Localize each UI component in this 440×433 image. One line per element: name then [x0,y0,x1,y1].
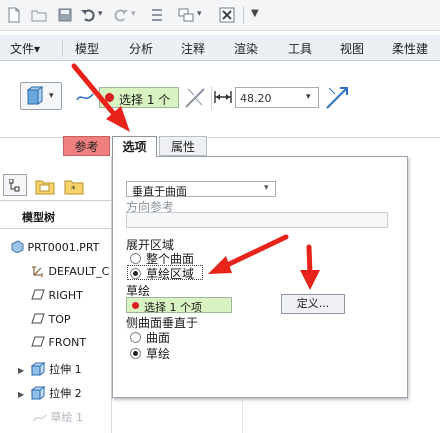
tree-item-label: 草绘 1 [50,411,84,424]
toolbar-divider [243,6,244,24]
tree-item-label: RIGHT [48,289,83,302]
tree-item-label: DEFAULT_C [48,265,110,278]
open-folder-icon[interactable] [31,7,47,23]
model-tree-title: 模型树 [22,211,55,224]
menu-flexible-modeling[interactable]: 柔性建 [392,40,428,57]
folder-browser-icon[interactable] [35,177,55,195]
pane-divider [0,228,112,229]
sketch-curve-icon [76,93,94,101]
new-file-icon[interactable] [6,7,22,23]
ribbon-divider [211,86,212,110]
menu-view[interactable]: 视图 [340,40,364,57]
datum-plane-icon [31,336,45,347]
sketch-feature-icon [33,414,47,422]
tree-item-right-plane[interactable]: RIGHT [31,289,83,302]
windows-dropdown-icon[interactable]: ▾ [197,9,202,19]
menu-file[interactable]: 文件▾ [10,40,40,57]
sketch-select-field[interactable]: 选择 1 个项 [126,297,232,314]
model-tree-icon [9,179,20,192]
sketch-select-text: 选择 1 个 [119,93,171,107]
ribbon-tab-bar: 文件▾ 模型 分析 注释 渲染 工具 视图 柔性建 [0,35,440,61]
radio-sketch-area[interactable] [130,268,141,279]
favorites-icon[interactable]: * [64,177,84,195]
tree-item-label: TOP [48,313,71,326]
svg-text:*: * [71,185,76,195]
direction-type-select[interactable]: 垂直于曲面 ▾ [126,181,276,198]
close-window-icon[interactable] [219,7,235,23]
redo-icon[interactable] [113,7,129,23]
tree-item-part[interactable]: PRT0001.PRT [11,240,99,254]
coordinate-system-icon [32,266,43,277]
tree-item-sketch-1[interactable]: 草绘 1 [33,409,83,425]
undo-icon[interactable] [80,7,96,23]
tab-options[interactable]: 选项 [112,136,157,157]
tree-item-extrude-1[interactable]: ▶ 拉伸 1 [18,361,82,377]
required-dot-icon [132,302,139,309]
define-button[interactable]: 定义... [281,294,345,314]
radio-side-sketch-label: 草绘 [146,347,171,361]
tree-item-label: 拉伸 1 [49,363,82,376]
undo-dropdown-icon[interactable]: ▾ [98,9,103,19]
menu-render[interactable]: 渲染 [234,40,258,57]
radio-side-sketch[interactable] [130,348,141,359]
graphics-area-edge [242,398,243,433]
model-tree-tab[interactable] [3,174,27,196]
chevron-down-icon[interactable]: ▾ [264,183,269,193]
required-dot-icon [105,93,114,102]
quick-access-toolbar: ▾ ▾ ▾ ▼ [0,0,440,31]
extrude-feature-icon [30,362,46,376]
depth-dropdown-icon[interactable]: ▾ [306,92,311,102]
tab-references[interactable]: 参考 [63,136,110,156]
wrap-type-button[interactable]: ▾ [20,82,62,110]
windows-icon[interactable] [178,7,194,23]
menu-analysis[interactable]: 分析 [129,40,153,57]
radio-whole-surface[interactable] [130,253,141,264]
datum-plane-icon [31,313,45,324]
expand-arrow-icon[interactable]: ▶ [18,390,24,399]
redo-dropdown-icon[interactable]: ▾ [131,9,136,19]
direction-reference-field[interactable] [126,212,388,228]
tree-item-label: PRT0001.PRT [27,241,100,254]
pane-divider [0,200,112,201]
flip-thickness-icon[interactable] [325,84,349,110]
menu-divider [62,39,63,57]
radio-sketch-area-label: 草绘区域 [146,267,195,281]
tree-item-extrude-2[interactable]: ▶ 拉伸 2 [18,385,82,401]
wrap-type-dropdown-icon[interactable]: ▾ [49,91,54,101]
regenerate-icon[interactable] [149,7,165,23]
tab-properties[interactable]: 属性 [159,136,207,156]
depth-value-field[interactable]: 48.20 ▾ [235,87,319,108]
depth-value-text: 48.20 [240,92,272,105]
menu-tools[interactable]: 工具 [288,40,312,57]
save-icon[interactable] [57,7,73,23]
depth-blind-icon [214,91,232,103]
model-tree-pane: * 模型树 PRT0001.PRT DEFAULT_C RIGHT TOP FR… [0,156,112,433]
options-panel: 垂直于曲面 ▾ 方向参考 展开区域 整个曲面 草绘区域 草绘 选择 1 个项 定… [112,156,408,398]
expand-arrow-icon[interactable]: ▶ [18,366,24,375]
tree-item-front-plane[interactable]: FRONT [31,336,86,349]
extrude-feature-icon [30,386,46,400]
menu-annotate[interactable]: 注释 [181,40,205,57]
flip-direction-icon[interactable] [184,85,206,109]
tree-item-label: 拉伸 2 [49,387,82,400]
sketch-select-value: 选择 1 个项 [144,301,202,314]
tree-item-top-plane[interactable]: TOP [31,313,71,326]
direction-type-value: 垂直于曲面 [132,185,187,198]
customize-toolbar-icon[interactable]: ▼ [251,8,259,19]
extrude-solid-icon [26,86,44,105]
tree-item-csys[interactable]: DEFAULT_C [31,264,109,278]
radio-side-surface[interactable] [130,332,141,343]
radio-side-surface-label: 曲面 [146,331,171,345]
part-icon [11,240,24,254]
sketch-select-box[interactable]: 选择 1 个 [99,87,179,108]
menu-model[interactable]: 模型 [75,40,99,57]
wrap-dashboard: ▾ 选择 1 个 48.20 ▾ [0,62,440,138]
tree-item-label: FRONT [48,336,87,349]
datum-plane-icon [31,289,45,300]
